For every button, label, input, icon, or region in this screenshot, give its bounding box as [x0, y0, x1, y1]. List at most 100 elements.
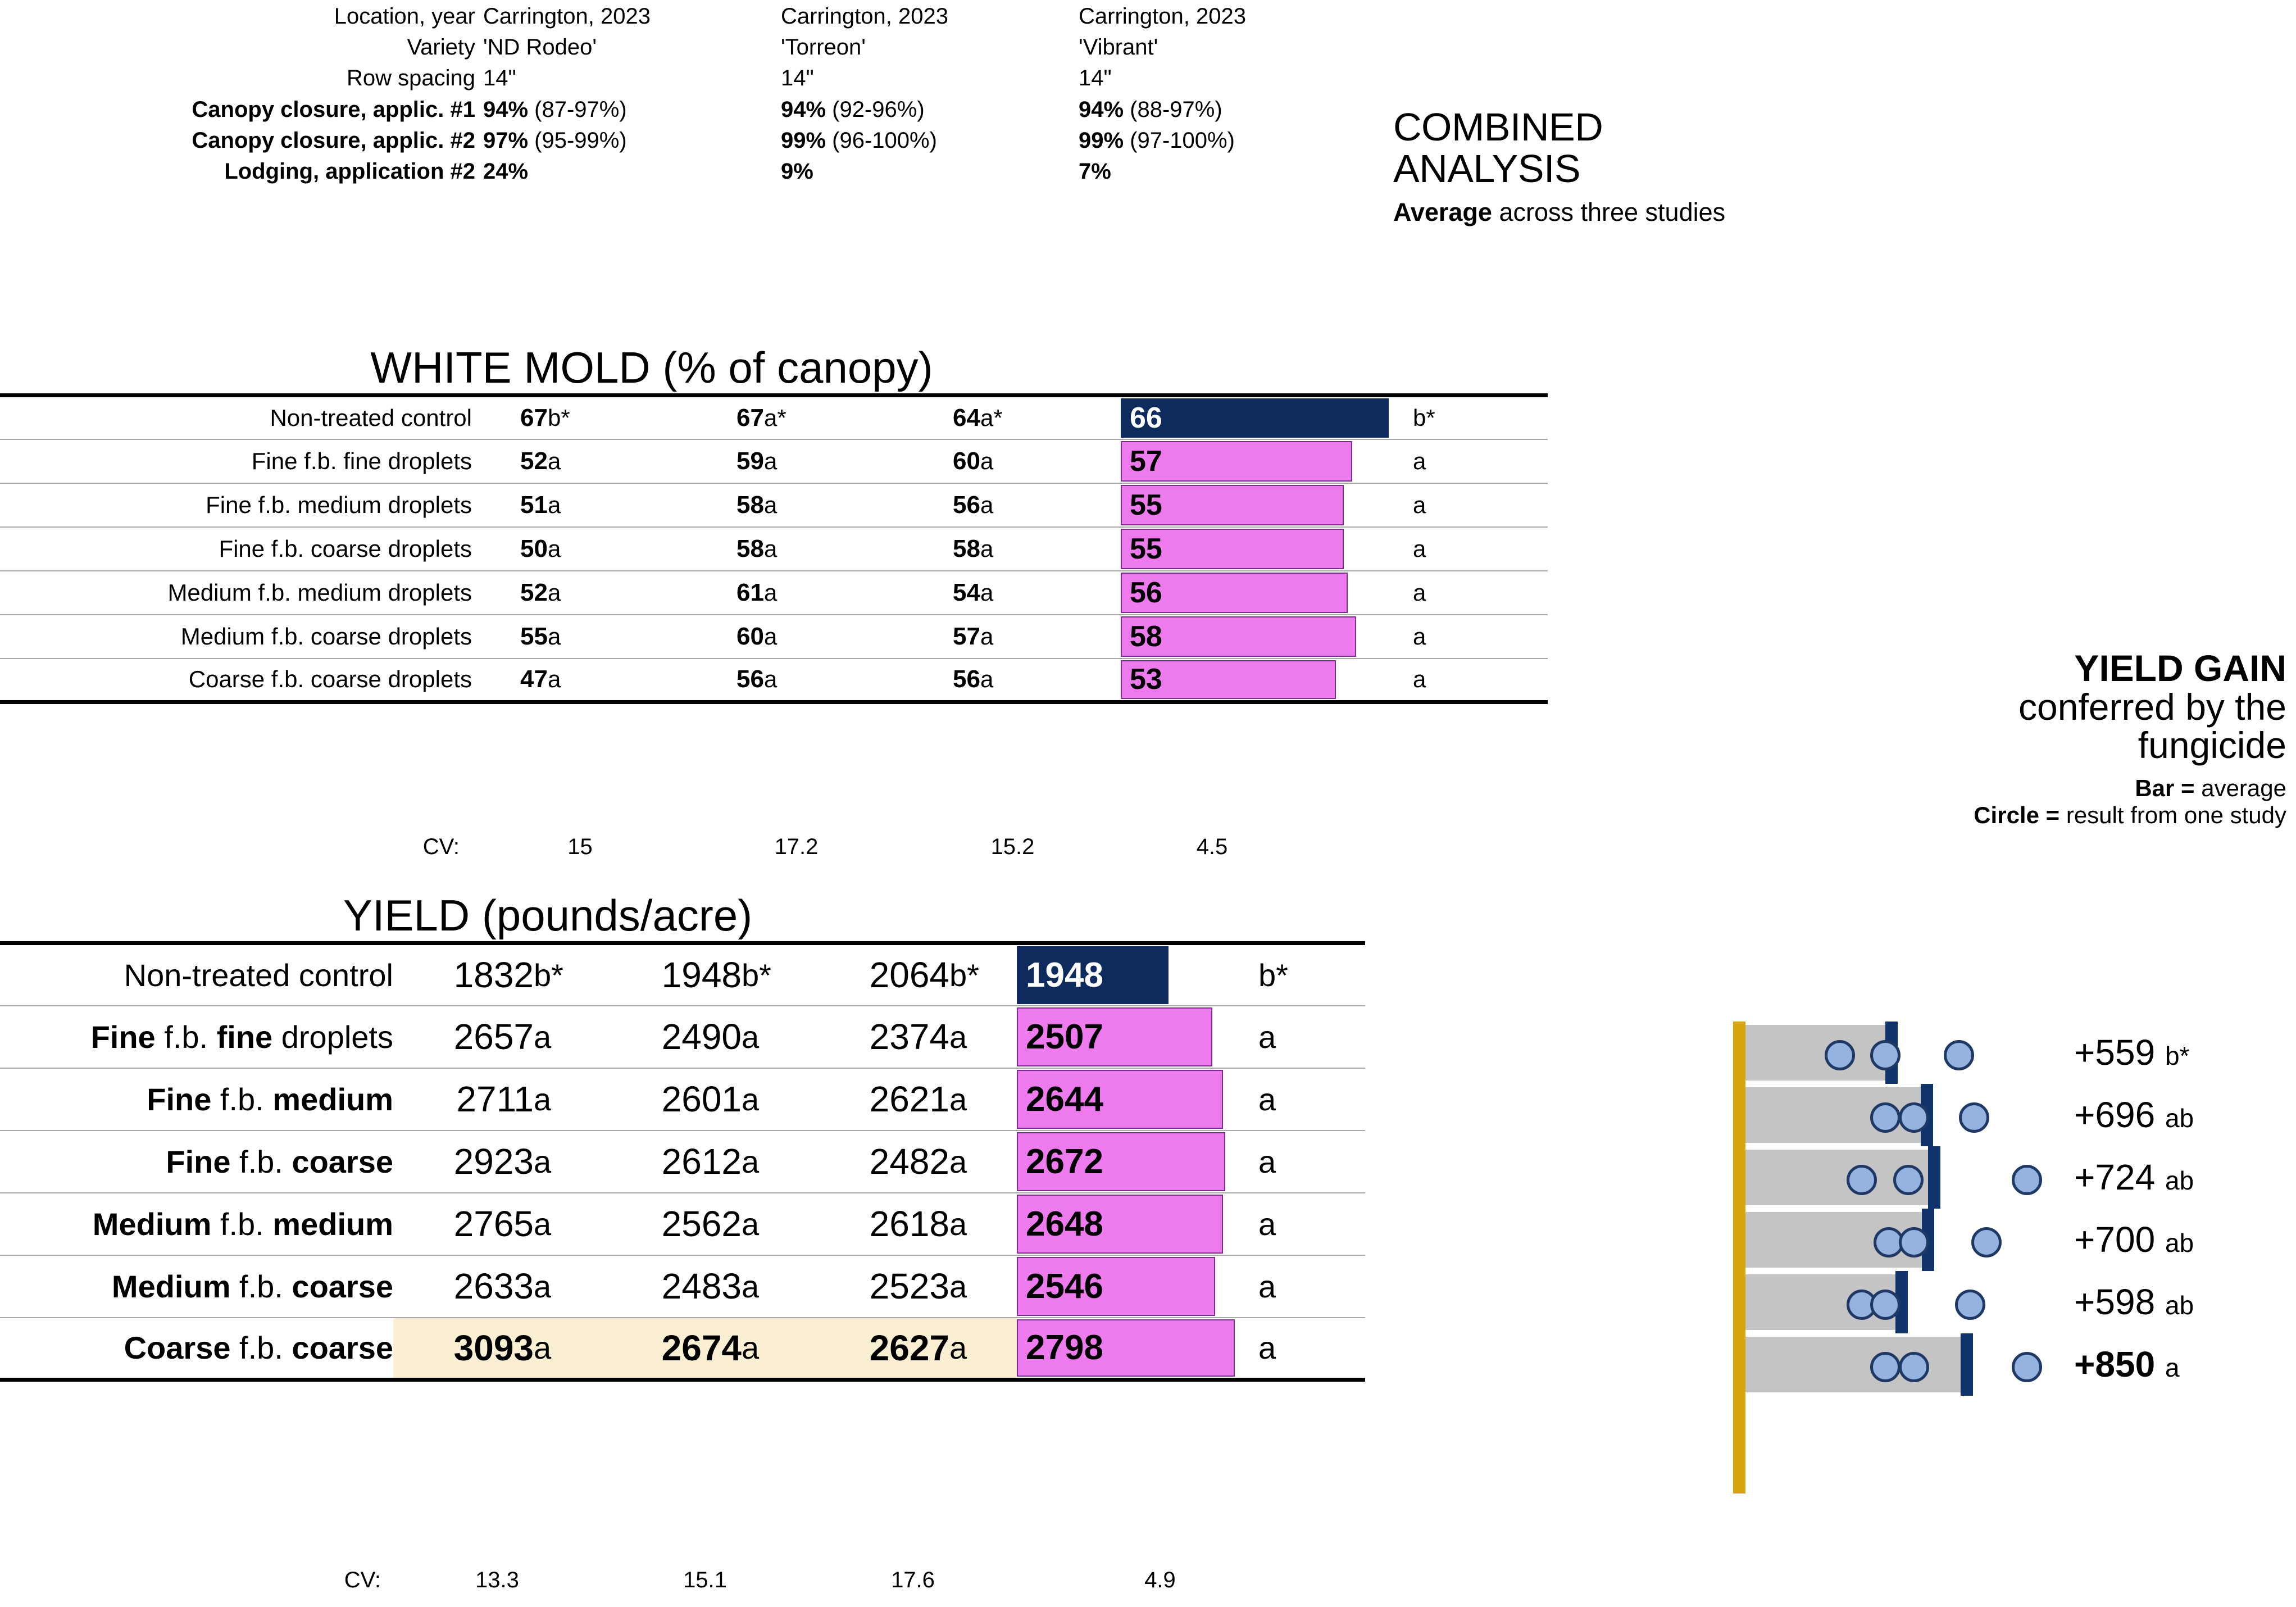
combined-analysis-subtitle: Average across three studies	[1393, 198, 1742, 226]
combined-value: 55	[1130, 488, 1162, 521]
study-metadata-block: Location, year Carrington, 2023 Carrington…	[0, 4, 1376, 190]
row-label: Non-treated control	[0, 941, 393, 1006]
chart-zero-axis	[1733, 1022, 1745, 1493]
significance-letter: a	[980, 657, 1121, 704]
table-row: Medium f.b. medium 2765 a 2562 a 2618 a 2648 a	[0, 1192, 1365, 1255]
combined-significance-letter: a	[1258, 1254, 1365, 1318]
combined-value: 2798	[1026, 1328, 1103, 1368]
study-value: 56	[904, 657, 980, 704]
gain-significance: b*	[2165, 1041, 2190, 1070]
average-marker	[1928, 1146, 1941, 1209]
combined-analysis-bar-cell: 1948	[1017, 941, 1258, 1006]
significance-letter: a*	[764, 393, 904, 439]
study-result-circle	[2012, 1352, 2043, 1382]
combined-value: 2648	[1026, 1204, 1103, 1243]
study-value: 60	[904, 438, 980, 483]
significance-letter: a	[980, 482, 1121, 527]
yield-table: Non-treated control 1832 b* 1948 b* 2064 b* 194…	[0, 941, 1365, 1382]
significance-letter: a	[949, 1005, 1017, 1068]
legend-bar-value: average	[2201, 774, 2286, 801]
metadata-row: Canopy closure, applic. #2 97% (95-99%) 99…	[0, 128, 1376, 160]
combined-analysis-subtitle-bold: Average	[1393, 198, 1492, 226]
row-label: Non-treated control	[0, 393, 472, 439]
row-label: Medium f.b. coarse	[0, 1254, 393, 1318]
significance-letter: a	[980, 614, 1121, 659]
significance-letter: a	[742, 1129, 809, 1193]
metadata-cell: 'Vibrant'	[1079, 35, 1158, 60]
combined-significance-letter: a	[1413, 482, 1548, 527]
study-value: 2633	[393, 1254, 534, 1318]
study-value: 56	[688, 657, 764, 704]
study-value: 2612	[601, 1129, 742, 1193]
table-row: Non-treated control 1832 b* 1948 b* 2064 b* 194…	[0, 941, 1365, 1006]
metadata-row-label: Lodging, application #2	[224, 158, 475, 184]
combined-value: 55	[1130, 532, 1162, 565]
combined-bar: 2798	[1017, 1319, 1235, 1377]
metadata-cell: 94% (92-96%)	[781, 97, 925, 122]
cv-value: 4.9	[1144, 1568, 1176, 1592]
study-value: 1948	[601, 941, 742, 1006]
combined-significance-letter: a	[1413, 526, 1548, 571]
significance-letter: a	[949, 1067, 1017, 1131]
combined-bar: 55	[1121, 528, 1344, 569]
metadata-cell: Carrington, 2023	[483, 4, 651, 29]
study-result-circle	[1899, 1102, 1930, 1133]
average-marker	[1961, 1333, 1973, 1396]
combined-value: 66	[1130, 401, 1162, 434]
gain-value: +559	[2074, 1032, 2156, 1073]
significance-letter: a	[534, 1192, 601, 1255]
chart-row: +700 ab	[1745, 1209, 2296, 1271]
study-value: 2711	[393, 1067, 534, 1131]
cv-value: 15.2	[990, 834, 1035, 859]
chart-row: +598 ab	[1745, 1271, 2296, 1333]
significance-letter: a	[764, 657, 904, 704]
gain-value: +850	[2074, 1344, 2156, 1384]
table-row: Non-treated control 67 b* 67 a* 64 a* 66 b*	[0, 393, 1548, 439]
study-value: 57	[904, 614, 980, 659]
study-value: 2523	[809, 1254, 949, 1318]
combined-analysis-bar-cell: 2648	[1017, 1192, 1258, 1255]
combined-value: 2644	[1026, 1079, 1103, 1119]
combined-value: 56	[1130, 576, 1162, 609]
combined-bar: 2648	[1017, 1194, 1224, 1254]
metadata-row: Location, year Carrington, 2023 Carrington…	[0, 4, 1376, 35]
gain-significance: ab	[2165, 1104, 2194, 1133]
study-value: 2923	[393, 1129, 534, 1193]
row-label: Medium f.b. medium droplets	[0, 570, 472, 615]
study-value: 52	[472, 438, 548, 483]
combined-bar: 2644	[1017, 1069, 1223, 1129]
significance-letter: a	[548, 482, 688, 527]
significance-letter: b*	[534, 941, 601, 1006]
gain-significance: ab	[2165, 1291, 2194, 1320]
gain-significance: a	[2165, 1353, 2180, 1382]
cv-value: 4.5	[1196, 834, 1228, 859]
significance-letter: b*	[949, 941, 1017, 1006]
study-result-circle	[1943, 1040, 1974, 1070]
row-label: Fine f.b. fine droplets	[0, 438, 472, 483]
gain-bar	[1745, 1337, 1965, 1392]
gain-value: +696	[2074, 1095, 2156, 1135]
row-label: Fine f.b. medium	[0, 1067, 393, 1131]
study-result-circle	[1870, 1102, 1901, 1133]
table-row: Fine f.b. medium droplets 51 a 58 a 56 a 55 a	[0, 482, 1548, 527]
combined-value: 2507	[1026, 1017, 1103, 1056]
table-row: Medium f.b. coarse droplets 55 a 60 a 57 a 58 a	[0, 614, 1548, 659]
study-value: 55	[472, 614, 548, 659]
yield-gain-subtitle-2: fungicide	[2138, 724, 2286, 766]
metadata-cell: 94% (87-97%)	[483, 97, 627, 122]
gain-label: +724 ab	[2074, 1146, 2194, 1212]
study-value: 2657	[393, 1005, 534, 1068]
metadata-row: Variety 'ND Rodeo' 'Torreon' 'Vibrant'	[0, 35, 1376, 66]
gain-value: +700	[2074, 1219, 2156, 1260]
metadata-row: Lodging, application #2 24% 9% 7%	[0, 158, 1376, 190]
significance-letter: a*	[980, 393, 1121, 439]
significance-letter: a	[548, 657, 688, 704]
gain-label: +559 b*	[2074, 1022, 2189, 1087]
significance-letter: a	[764, 570, 904, 615]
combined-analysis-bar-cell: 56	[1121, 570, 1413, 615]
combined-significance-letter: a	[1258, 1192, 1365, 1255]
row-label: Coarse f.b. coarse droplets	[0, 657, 472, 704]
significance-letter: a	[949, 1254, 1017, 1318]
significance-letter: a	[742, 1317, 809, 1382]
study-value: 2562	[601, 1192, 742, 1255]
